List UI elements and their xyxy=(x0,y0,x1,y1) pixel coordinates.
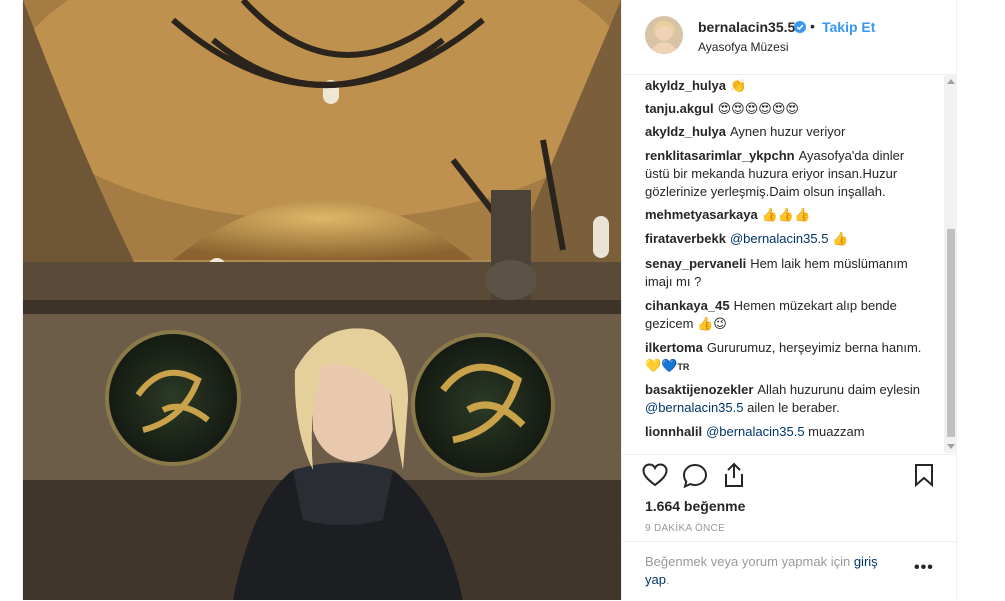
comment: mehmetyasarkaya 👍👍👍 xyxy=(645,206,930,225)
comment-username[interactable]: akyldz_hulya xyxy=(645,78,726,93)
comment-username[interactable]: mehmetyasarkaya xyxy=(645,207,758,222)
like-count[interactable]: 1.664 beğenme xyxy=(645,498,745,514)
hagia-sophia-photo xyxy=(23,0,621,600)
avatar[interactable] xyxy=(645,16,683,54)
comment-mention[interactable]: @bernalacin35.5 xyxy=(730,231,828,246)
comment: basaktijenozekler Allah huzurunu daim eyl… xyxy=(645,381,930,417)
comments-list[interactable]: akyldz_hulya 👏 tanju.akgul 😍😍😍😍😍😍 akyldz_h… xyxy=(622,75,944,453)
comment-username[interactable]: cihankaya_45 xyxy=(645,298,730,313)
verified-badge-icon xyxy=(794,20,806,38)
comment-mention[interactable]: @bernalacin35.5 xyxy=(706,424,804,439)
comment-username[interactable]: senay_pervaneli xyxy=(645,256,746,271)
comment-icon[interactable] xyxy=(682,463,708,494)
comment-username[interactable]: renklitasarimlar_ykpchn xyxy=(645,148,795,163)
login-prompt-text: Beğenmek veya yorum yapmak için xyxy=(645,554,851,569)
comment-text-2: ailen le beraber. xyxy=(747,400,840,415)
post-location[interactable]: Ayasofya Müzesi xyxy=(698,40,789,54)
comment-emoji: 👍😉 xyxy=(697,317,727,332)
share-icon[interactable] xyxy=(722,462,746,493)
bookmark-icon[interactable] xyxy=(914,463,934,492)
comment-suffix: TR xyxy=(677,362,690,372)
comment-username[interactable]: akyldz_hulya xyxy=(645,124,726,139)
comment-username[interactable]: firataverbekk xyxy=(645,231,726,246)
comment: tanju.akgul 😍😍😍😍😍😍 xyxy=(645,100,930,119)
comment: renklitasarimlar_ykpchn Ayasofya'da dinle… xyxy=(645,147,930,201)
comment-mention[interactable]: @bernalacin35.5 xyxy=(645,400,743,415)
more-options-button[interactable]: ••• xyxy=(914,559,934,577)
post-actions: 1.664 beğenme 9 DAKİKA ÖNCE Beğenmek vey… xyxy=(622,454,957,601)
post-dialog: bernalacin35.5 • Takip Et Ayasofya Müzes… xyxy=(22,0,957,600)
post-sidebar: bernalacin35.5 • Takip Et Ayasofya Müzes… xyxy=(621,0,957,600)
post-photo[interactable] xyxy=(23,0,621,600)
comment-text: Allah huzurunu daim eylesin xyxy=(757,382,920,397)
divider xyxy=(622,541,957,542)
comment: ilkertoma Gururumuz, herşeyimiz berna han… xyxy=(645,339,930,376)
comment-text: Gururumuz, herşeyimiz berna hanım. xyxy=(706,340,922,355)
comment-emoji: 😍😍😍😍😍😍 xyxy=(717,102,799,117)
comment: akyldz_hulya 👏 xyxy=(645,77,930,96)
comment: lionnhalil @bernalacin35.5 muazzam xyxy=(645,423,930,441)
separator-dot: • xyxy=(810,18,815,34)
comment-emoji: 👍 xyxy=(832,232,849,247)
follow-button[interactable]: Takip Et xyxy=(822,19,875,35)
comment-emoji: 👍👍👍 xyxy=(761,208,811,223)
post-header: bernalacin35.5 • Takip Et Ayasofya Müzes… xyxy=(622,0,957,75)
comment-text-2: muazzam xyxy=(808,424,865,439)
comment: senay_pervaneli Hem laik hem müslümanım i… xyxy=(645,255,930,291)
comment-text: Aynen huzur veriyor xyxy=(729,124,846,139)
heart-icon[interactable] xyxy=(642,463,668,492)
comment-username[interactable]: ilkertoma xyxy=(645,340,703,355)
scroll-up-arrow-icon[interactable] xyxy=(947,79,955,84)
comment: akyldz_hulya Aynen huzur veriyor xyxy=(645,123,930,141)
comment-emoji: 💛💙 xyxy=(645,359,678,374)
login-prompt-suffix: . xyxy=(665,572,670,587)
comment-username[interactable]: basaktijenozekler xyxy=(645,382,753,397)
post-timestamp[interactable]: 9 DAKİKA ÖNCE xyxy=(645,523,725,534)
comments-scrollbar[interactable] xyxy=(944,75,957,453)
comment-username[interactable]: lionnhalil xyxy=(645,424,702,439)
comment-emoji: 👏 xyxy=(729,79,747,94)
comment: cihankaya_45 Hemen müzekart alıp bende ge… xyxy=(645,297,930,334)
scrollbar-thumb[interactable] xyxy=(947,229,955,437)
comment: firataverbekk @bernalacin35.5 👍 xyxy=(645,230,930,249)
comment-username[interactable]: tanju.akgul xyxy=(645,101,714,116)
login-prompt: Beğenmek veya yorum yapmak için giriş ya… xyxy=(645,553,905,589)
scroll-down-arrow-icon[interactable] xyxy=(947,444,955,449)
post-username[interactable]: bernalacin35.5 xyxy=(698,19,795,35)
